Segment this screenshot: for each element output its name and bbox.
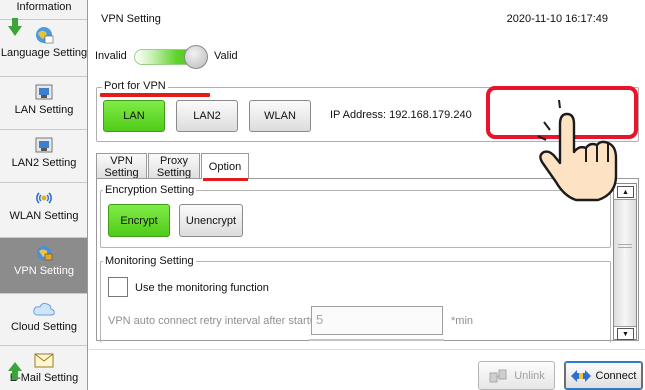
retry-interval-label: VPN auto connect retry interval after st… (108, 315, 322, 327)
scroll-up-arrow-icon[interactable] (8, 362, 22, 380)
sidebar-item-vpn[interactable]: VPN Setting (0, 238, 87, 294)
port-lan-button[interactable]: LAN (103, 100, 165, 132)
retry-interval-input[interactable]: 5 (311, 306, 443, 335)
monitoring-checkbox-label: Use the monitoring function (135, 282, 269, 294)
sidebar-item-cloud[interactable]: Cloud Setting (0, 294, 87, 346)
next-field-edge (309, 339, 444, 341)
wlan-icon (33, 188, 55, 208)
encrypt-button[interactable]: Encrypt (108, 204, 170, 237)
unencrypt-button[interactable]: Unencrypt (179, 204, 243, 237)
sidebar-item-label: LAN Setting (14, 104, 74, 116)
connect-icon (570, 369, 591, 382)
retry-interval-unit: *min (451, 315, 474, 327)
sidebar-item-label: LAN2 Setting (11, 157, 77, 169)
scroll-down-icon[interactable]: ▼ (617, 328, 634, 340)
lan2-icon (33, 135, 55, 155)
ip-address-label: IP Address: 192.168.179.240 (330, 109, 472, 121)
connect-button[interactable]: Connect (564, 361, 643, 390)
sidebar-item-lan[interactable]: LAN Setting (0, 77, 87, 130)
connect-button-label: Connect (595, 369, 637, 382)
annotation-underline (100, 93, 210, 97)
toggle-on-label: Valid (214, 50, 238, 62)
email-icon (33, 350, 55, 370)
sidebar: Information Language Setting LAN Setting… (0, 0, 88, 390)
sidebar-item-label: Language Setting (0, 47, 88, 59)
lan-icon (33, 82, 55, 102)
page-title: VPN Setting (101, 13, 161, 25)
toggle-knob[interactable] (184, 45, 208, 69)
tab-option[interactable]: Option (201, 153, 249, 179)
pointing-hand-icon (537, 100, 618, 202)
datetime-display: 2020-11-10 16:17:49 (506, 13, 608, 25)
port-for-vpn-legend: Port for VPN (102, 80, 168, 92)
language-icon (33, 25, 55, 45)
monitoring-setting-legend: Monitoring Setting (103, 255, 196, 267)
vpn-icon (33, 243, 55, 263)
port-wlan-button[interactable]: WLAN (249, 100, 311, 132)
sidebar-item-information[interactable]: Information (0, 0, 87, 20)
tab-proxy-setting[interactable]: Proxy Setting (148, 153, 200, 179)
sidebar-item-language[interactable]: Language Setting (0, 20, 88, 77)
tab-vpn-setting-label: VPN Setting (104, 154, 139, 179)
sidebar-item-wlan[interactable]: WLAN Setting (0, 183, 87, 238)
unlink-button-label: Unlink (514, 369, 545, 382)
encryption-setting-legend: Encryption Setting (103, 184, 197, 196)
unlink-icon (489, 369, 507, 382)
tab-vpn-setting[interactable]: VPN Setting (96, 153, 147, 179)
annotation-underline (203, 178, 248, 181)
bottom-separator (89, 349, 645, 350)
cloud-icon (33, 299, 55, 319)
sidebar-item-label: Information (16, 0, 72, 13)
monitoring-checkbox[interactable] (108, 277, 128, 297)
tab-option-label: Option (208, 160, 242, 173)
sidebar-item-label: WLAN Setting (9, 210, 79, 222)
toggle-off-label: Invalid (95, 50, 127, 62)
tab-proxy-setting-label: Proxy Setting (156, 154, 192, 179)
sidebar-item-label: Cloud Setting (10, 321, 78, 333)
port-lan2-button[interactable]: LAN2 (176, 100, 238, 132)
scrollbar-thumb[interactable] (614, 199, 636, 327)
unlink-button[interactable]: Unlink (478, 361, 555, 390)
sidebar-item-label: VPN Setting (14, 265, 74, 277)
sidebar-item-lan2[interactable]: LAN2 Setting (0, 130, 87, 183)
